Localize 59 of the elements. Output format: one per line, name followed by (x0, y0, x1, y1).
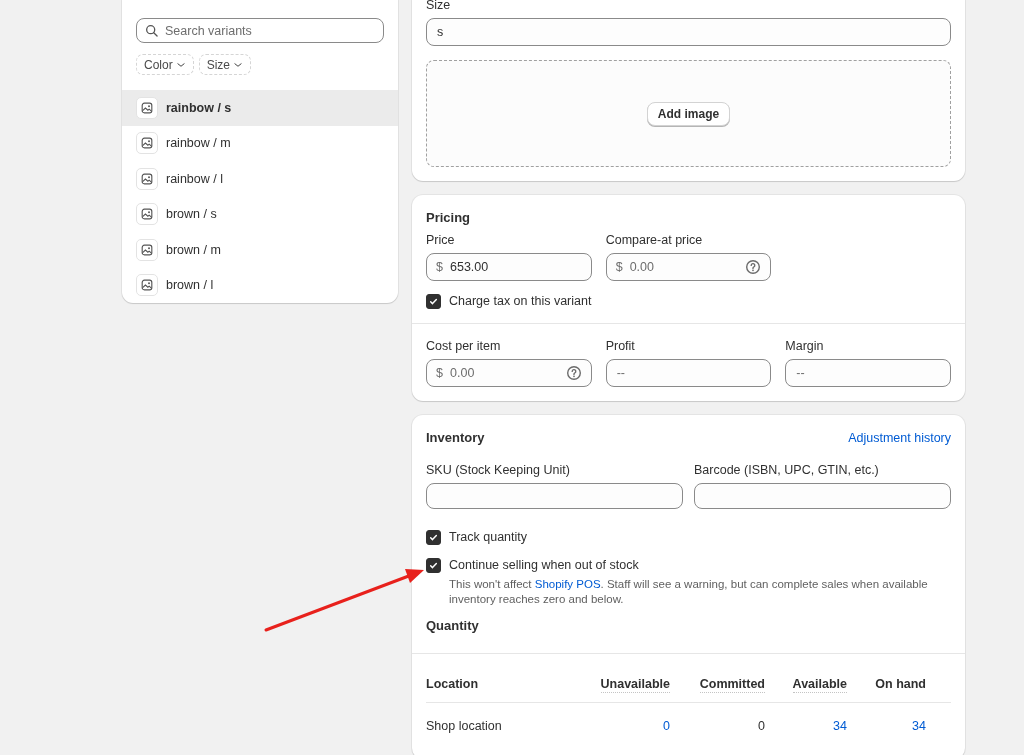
input-field[interactable]: -- (785, 359, 951, 387)
input-field[interactable] (694, 483, 951, 509)
card-title: Pricing (426, 210, 472, 225)
card-title: Inventory (426, 430, 485, 445)
checkbox-label: Charge tax on this variant (449, 293, 592, 309)
field-label: SKU (Stock Keeping Unit) (426, 463, 571, 478)
table-cell: Shop location (426, 719, 502, 733)
column-header[interactable]: Committed (699, 677, 765, 693)
add-image-button[interactable]: Add image (646, 101, 731, 126)
variant-item[interactable]: rainbow / m (122, 125, 398, 161)
variant-item[interactable]: brown / s (122, 196, 398, 232)
checkbox[interactable] (426, 294, 441, 309)
help-icon (745, 259, 762, 275)
variant-item[interactable]: rainbow / l (122, 161, 398, 197)
image-placeholder-icon (136, 167, 158, 190)
image-placeholder-icon (136, 203, 158, 226)
help-icon (565, 365, 582, 381)
shopify-pos-link[interactable]: Shopify POS (534, 578, 601, 590)
checkbox[interactable] (426, 558, 441, 573)
field-label: Profit (605, 339, 636, 354)
table-cell: 0 (758, 719, 765, 733)
input-field[interactable]: -- (605, 359, 772, 387)
field-label: Compare-at price (605, 233, 704, 248)
variant-item[interactable]: rainbow / s (122, 90, 398, 126)
currency-prefix: $ (436, 366, 443, 380)
search-input[interactable]: Search variants (165, 23, 375, 38)
variant-item[interactable]: brown / m (122, 232, 398, 268)
help-text: This won't affect Shopify POS. Staff will see a warning, but can complete sales when available inventory reaches zero and below. (449, 577, 929, 606)
variant-item[interactable]: brown / l (122, 267, 398, 303)
field-label: Cost per item (426, 339, 502, 354)
field-label: Margin (785, 339, 825, 354)
field-label: Price (426, 233, 456, 248)
checkbox[interactable] (426, 530, 441, 545)
image-dropzone[interactable]: Add image (426, 60, 951, 167)
image-placeholder-icon (136, 238, 158, 261)
column-header: Location (426, 677, 479, 691)
field-label: Size (426, 0, 452, 13)
column-header[interactable]: Available (792, 677, 847, 693)
filter-button[interactable]: Size (198, 54, 252, 75)
checkbox-label: Track quantity (449, 529, 528, 545)
checkbox-label: Continue selling when out of stock (449, 557, 640, 573)
image-placeholder-icon (136, 132, 158, 155)
search-field[interactable]: Search variants (136, 18, 384, 43)
currency-prefix: $ (436, 260, 443, 274)
field-label: Barcode (ISBN, UPC, GTIN, etc.) (694, 463, 880, 478)
quantity-link[interactable]: 34 (833, 719, 847, 733)
currency-prefix: $ (615, 260, 623, 274)
filter-button[interactable]: Color (136, 54, 194, 75)
search-icon (145, 23, 159, 38)
size-field[interactable]: s (426, 18, 951, 46)
input-field[interactable] (426, 483, 683, 509)
adjustment-history-link[interactable]: Adjustment history (848, 431, 951, 445)
quantity-link[interactable]: 0 (663, 719, 670, 733)
image-placeholder-icon (136, 274, 158, 297)
column-header[interactable]: Unavailable (600, 677, 670, 693)
section-title: Quantity (426, 618, 480, 633)
image-placeholder-icon (136, 96, 158, 119)
column-header: On hand (875, 677, 926, 691)
quantity-link[interactable]: 34 (912, 719, 926, 733)
